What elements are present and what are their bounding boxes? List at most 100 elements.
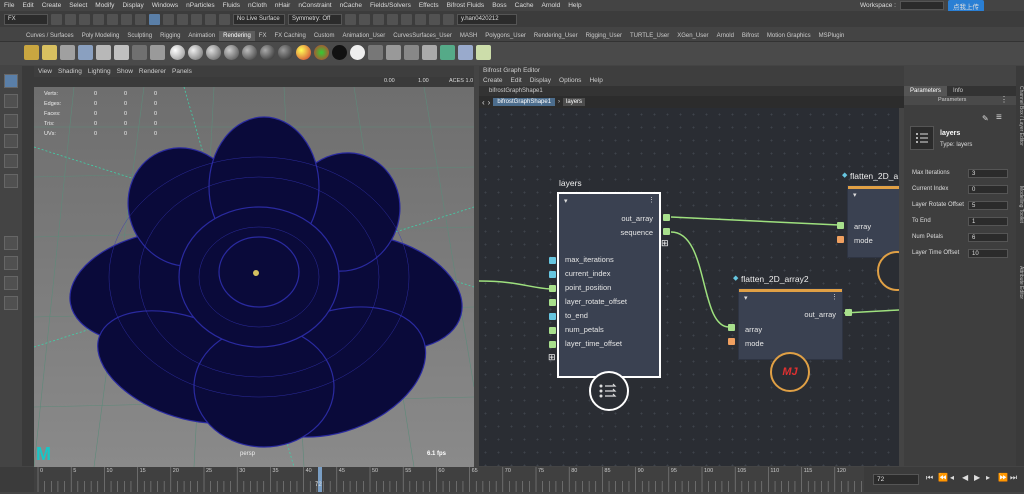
param-field-to-end[interactable]: 1 <box>968 217 1008 226</box>
flatten1-port-mode[interactable]: mode <box>854 236 873 245</box>
paint-select-icon[interactable] <box>4 114 18 128</box>
ge-menu-options[interactable]: Options <box>559 76 581 86</box>
port-layer-rotate-offset[interactable]: layer_rotate_offset <box>565 297 627 306</box>
single-pane-icon[interactable] <box>4 236 18 250</box>
undo-icon[interactable] <box>93 13 104 25</box>
forward-arrow-icon[interactable]: › <box>488 98 491 107</box>
snap-view-icon[interactable] <box>205 13 216 25</box>
wire-out-array-flatten1[interactable] <box>670 216 840 226</box>
port-to-end[interactable]: to_end <box>565 311 588 320</box>
point-light-icon[interactable] <box>114 45 129 60</box>
menu-fluids[interactable]: Fluids <box>223 2 240 9</box>
back-arrow-icon[interactable]: ‹ <box>482 98 485 107</box>
shelf-tab-fx[interactable]: FX <box>255 31 271 41</box>
texture-icon[interactable] <box>476 45 491 60</box>
flatten1-collapse-icon[interactable]: ▾ <box>853 191 857 199</box>
vp-menu-show[interactable]: Show <box>117 68 133 75</box>
play-forward-icon[interactable]: ▶ <box>974 473 980 482</box>
shelf-tab-arnold[interactable]: Arnold <box>713 31 738 41</box>
port-point-position[interactable]: point_position <box>565 283 611 292</box>
max-iterations-port-icon[interactable] <box>549 257 556 264</box>
shelf-tab-rendering-user[interactable]: Rendering_User <box>530 31 582 41</box>
port-sequence[interactable]: sequence <box>620 228 653 237</box>
out-array-port-icon[interactable] <box>663 214 670 221</box>
hamburger-menu-icon[interactable]: ≡ <box>996 112 1002 123</box>
rotate-tool-icon[interactable] <box>4 154 18 168</box>
vp-menu-renderer[interactable]: Renderer <box>139 68 166 75</box>
add-port-icon[interactable]: ⊞ <box>548 352 556 363</box>
vp-menu-view[interactable]: View <box>38 68 52 75</box>
vp-menu-shading[interactable]: Shading <box>58 68 82 75</box>
add-output-icon[interactable]: ⊞ <box>661 238 669 249</box>
mode-dropdown[interactable]: FX <box>4 13 48 25</box>
render-settings-icon[interactable] <box>387 13 398 25</box>
flatten2-collapse-icon[interactable]: ▾ <box>744 294 748 302</box>
menu-cache[interactable]: Cache <box>515 2 534 9</box>
ramp-shader-icon[interactable] <box>278 45 293 60</box>
shelf-tab-bifrost[interactable]: Bifrost <box>738 31 763 41</box>
panel-options-icon[interactable]: ⋮ <box>1000 95 1008 104</box>
two-pane-icon[interactable] <box>4 276 18 290</box>
tab-parameters[interactable]: Parameters <box>904 86 948 96</box>
light-editor-icon[interactable] <box>458 45 473 60</box>
ge-menu-create[interactable]: Create <box>483 76 503 86</box>
layer-rotate-offset-port-icon[interactable] <box>549 299 556 306</box>
save-scene-icon[interactable] <box>79 13 90 25</box>
menu-arnold[interactable]: Arnold <box>541 2 560 9</box>
layer-time-offset-port-icon[interactable] <box>549 341 556 348</box>
flatten1-port-array[interactable]: array <box>854 222 871 231</box>
symmetry-dropdown[interactable]: Symmetry: Off <box>288 13 342 25</box>
shelf-tab-custom[interactable]: Custom <box>310 31 339 41</box>
breadcrumb-root[interactable]: bifrostGraphShape1 <box>493 98 556 106</box>
shelf-tab-rendering[interactable]: Rendering <box>219 31 255 41</box>
ipr-render-icon[interactable] <box>373 13 384 25</box>
port-layer-time-offset[interactable]: layer_time_offset <box>565 339 622 348</box>
lasso-tool-icon[interactable] <box>4 94 18 108</box>
ge-menu-help[interactable]: Help <box>589 76 602 86</box>
live-surface-field[interactable]: No Live Surface <box>233 13 285 25</box>
flatten1-node[interactable]: ▾ array mode <box>847 185 899 258</box>
menu-help[interactable]: Help <box>568 2 581 9</box>
channel-box-tab[interactable]: Channel Box / Layer Editor <box>1016 86 1024 176</box>
sign-in-icon[interactable] <box>443 13 454 25</box>
anisotropic-sphere-icon[interactable] <box>224 45 239 60</box>
volume-light-icon[interactable] <box>132 45 147 60</box>
param-field-num-petals[interactable]: 6 <box>968 233 1008 242</box>
shelf-tab-curves-surfaces-user[interactable]: CurvesSurfaces_User <box>389 31 456 41</box>
flatten2-mode-port-icon[interactable] <box>728 338 735 345</box>
next-key-icon[interactable]: ▸ <box>986 473 990 482</box>
port-current-index[interactable]: current_index <box>565 269 610 278</box>
step-back-icon[interactable]: ⏪ <box>938 473 948 482</box>
hypershade-icon[interactable] <box>422 45 437 60</box>
port-num-petals[interactable]: num_petals <box>565 325 604 334</box>
gamma-value[interactable]: 1.00 <box>418 78 429 84</box>
ambient-light-icon[interactable] <box>150 45 165 60</box>
shelf-tab-msplugin[interactable]: MSPlugin <box>815 31 849 41</box>
param-field-layer-rotate-offset[interactable]: 5 <box>968 201 1008 210</box>
flatten2-out-port-icon[interactable] <box>845 309 852 316</box>
menu-modify[interactable]: Modify <box>95 2 114 9</box>
wire-sequence-flatten2[interactable] <box>670 231 730 328</box>
flatten2-array-port-icon[interactable] <box>728 324 735 331</box>
select-tool-icon[interactable] <box>4 74 18 88</box>
play-backward-icon[interactable]: ◀ <box>962 473 968 482</box>
flower-pivot[interactable] <box>253 270 259 276</box>
sequence-port-icon[interactable] <box>663 228 670 235</box>
current-frame-field[interactable]: 72 <box>873 474 919 485</box>
flatten1-array-port-icon[interactable] <box>837 222 844 229</box>
num-petals-port-icon[interactable] <box>549 327 556 334</box>
shelf-tab-curves-surfaces[interactable]: Curves / Surfaces <box>22 31 78 41</box>
vp-menu-lighting[interactable]: Lighting <box>88 68 111 75</box>
menu-create[interactable]: Create <box>42 2 62 9</box>
render-settings-icon[interactable] <box>24 45 39 60</box>
flatten2-menu-icon[interactable]: ⋮ <box>831 293 838 301</box>
viewport-3d[interactable]: Verts: 0 0 0 Edges: 0 0 0 Faces: 0 0 0 Tris: 0 0 0 U… <box>34 87 474 467</box>
menu-windows[interactable]: Windows <box>152 2 178 9</box>
open-scene-icon[interactable] <box>65 13 76 25</box>
light-icon[interactable] <box>78 45 93 60</box>
select-object-icon[interactable] <box>135 13 146 25</box>
time-slider[interactable]: 0 5 10 15 20 25 30 35 40 45 50 55 60 65 70 75 80 85 90 95 10… <box>34 467 864 492</box>
ipr-icon[interactable] <box>386 45 401 60</box>
point-position-port-icon[interactable] <box>549 285 556 292</box>
param-field-layer-time-offset[interactable]: 10 <box>968 249 1008 258</box>
